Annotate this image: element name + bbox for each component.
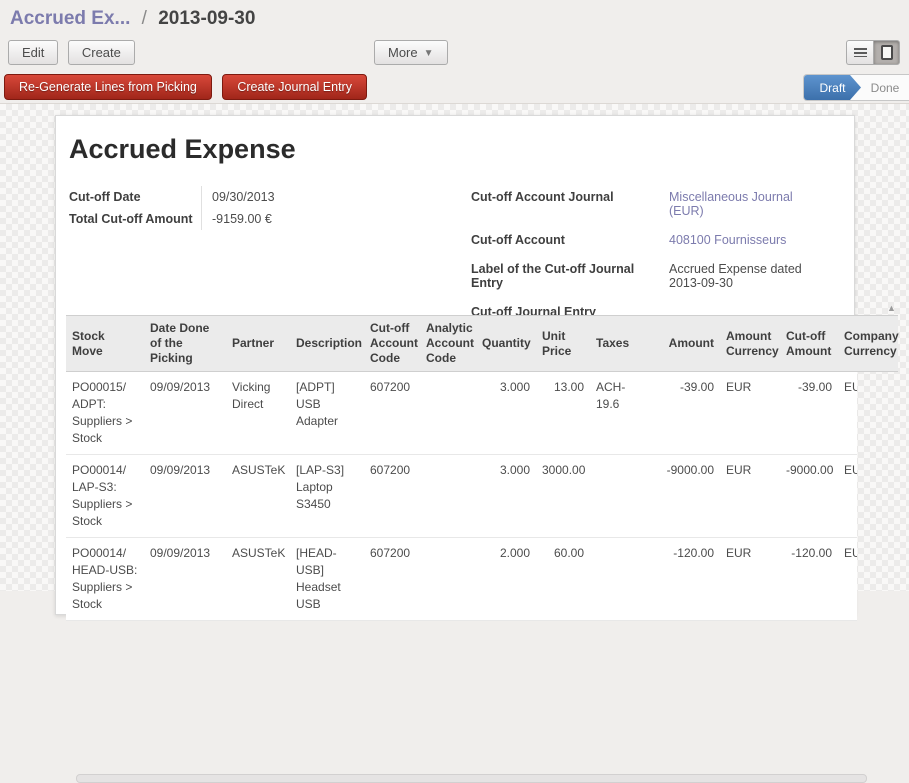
column-header: Cut-off Amount bbox=[780, 316, 838, 372]
table-cell: 09/09/2013 bbox=[144, 538, 226, 621]
view-switcher bbox=[846, 40, 900, 65]
form-view-button[interactable] bbox=[873, 40, 900, 65]
list-view-icon bbox=[854, 48, 867, 57]
table-cell bbox=[420, 538, 476, 621]
table-cell: ASUSTeK bbox=[226, 455, 290, 538]
column-header: Date Done of the Picking bbox=[144, 316, 226, 372]
regenerate-lines-button[interactable]: Re-Generate Lines from Picking bbox=[4, 74, 212, 100]
column-header: Amount Currency bbox=[720, 316, 780, 372]
cutoff-lines-table: ▲ Stock MoveDate Done of the PickingPart… bbox=[66, 315, 909, 621]
table-cell: -9000.00 bbox=[650, 455, 720, 538]
form-sheet: Accrued Expense Cut-off Date 09/30/2013 … bbox=[55, 115, 855, 615]
top-bar: Accrued Ex... / 2013-09-30 Edit Create M… bbox=[0, 0, 909, 104]
table-cell: [HEAD-USB] Headset USB bbox=[290, 538, 364, 621]
breadcrumb-current: 2013-09-30 bbox=[158, 8, 255, 29]
statusbar: Draft Done bbox=[803, 74, 909, 101]
table-cell: EUR bbox=[720, 455, 780, 538]
field-value-cutoff-date: 09/30/2013 bbox=[201, 186, 371, 208]
edit-button[interactable]: Edit bbox=[8, 40, 58, 65]
left-field-group: Cut-off Date 09/30/2013 Total Cut-off Am… bbox=[69, 186, 371, 230]
table-cell: 09/09/2013 bbox=[144, 372, 226, 455]
table-cell: 09/09/2013 bbox=[144, 455, 226, 538]
field-value-cutoff-account-journal[interactable]: Miscellaneous Journal (EUR) bbox=[669, 186, 829, 222]
column-header: Stock Move bbox=[66, 316, 144, 372]
chevron-down-icon: ▼ bbox=[424, 48, 434, 59]
table-cell: Vicking Direct bbox=[226, 372, 290, 455]
table-cell bbox=[590, 538, 650, 621]
column-header: Taxes bbox=[590, 316, 650, 372]
table-cell: -39.00 bbox=[650, 372, 720, 455]
breadcrumb: Accrued Ex... / 2013-09-30 bbox=[10, 8, 255, 30]
table-cell: PO00014/​HEAD-USB: Suppliers > Stock bbox=[66, 538, 144, 621]
line-table-header: Stock MoveDate Done of the PickingPartne… bbox=[66, 315, 898, 372]
table-cell: EUR bbox=[720, 538, 780, 621]
create-button[interactable]: Create bbox=[68, 40, 135, 65]
field-value-cutoff-account[interactable]: 408100 Fournisseurs bbox=[669, 229, 829, 251]
field-value-journal-entry-label: Accrued Expense dated 2013-09-30 bbox=[669, 258, 829, 294]
table-cell: -9000.00 bbox=[780, 455, 838, 538]
column-header: Analytic Account Code bbox=[420, 316, 476, 372]
table-cell bbox=[420, 455, 476, 538]
table-cell: PO00015/​ADPT: Suppliers > Stock bbox=[66, 372, 144, 455]
table-cell bbox=[590, 455, 650, 538]
line-table-body-clip: PO00015/​ADPT: Suppliers > Stock09/09/20… bbox=[66, 372, 857, 621]
field-value-total-cutoff-amount: -9159.00 € bbox=[201, 208, 371, 230]
table-cell: -120.00 bbox=[780, 538, 838, 621]
column-header: Description bbox=[290, 316, 364, 372]
table-row[interactable]: PO00015/​ADPT: Suppliers > Stock09/09/20… bbox=[66, 372, 857, 455]
table-cell: [ADPT] USB Adapter bbox=[290, 372, 364, 455]
horizontal-scrollbar[interactable] bbox=[76, 774, 867, 783]
table-cell: EUR bbox=[838, 455, 857, 538]
field-label-cutoff-account: Cut-off Account bbox=[471, 229, 669, 251]
table-cell: 60.00 bbox=[536, 538, 590, 621]
form-view-icon bbox=[881, 45, 893, 60]
column-header: Cut-off Account Code bbox=[364, 316, 420, 372]
status-done[interactable]: Done bbox=[861, 75, 909, 100]
column-header: Company Currency bbox=[838, 316, 898, 372]
table-row[interactable]: PO00014/​LAP-S3: Suppliers > Stock09/09/… bbox=[66, 455, 857, 538]
field-label-journal-entry-label: Label of the Cut-off Journal Entry bbox=[471, 258, 669, 294]
more-label: More bbox=[388, 45, 418, 60]
table-cell: [LAP-S3] Laptop S3450 bbox=[290, 455, 364, 538]
table-cell: 607200 bbox=[364, 372, 420, 455]
list-view-button[interactable] bbox=[846, 40, 873, 65]
right-field-group: Cut-off Account Journal Miscellaneous Jo… bbox=[471, 186, 829, 323]
table-cell: 3.000 bbox=[476, 455, 536, 538]
table-cell: -120.00 bbox=[650, 538, 720, 621]
line-table-body: PO00015/​ADPT: Suppliers > Stock09/09/20… bbox=[66, 372, 857, 621]
table-row[interactable]: PO00014/​HEAD-USB: Suppliers > Stock09/0… bbox=[66, 538, 857, 621]
column-header: Amount bbox=[650, 316, 720, 372]
field-label-cutoff-date: Cut-off Date bbox=[69, 186, 201, 208]
table-cell: EUR bbox=[838, 538, 857, 621]
table-cell: ASUSTeK bbox=[226, 538, 290, 621]
breadcrumb-parent-link[interactable]: Accrued Ex... bbox=[10, 8, 130, 29]
table-cell: 3000.00 bbox=[536, 455, 590, 538]
table-cell: -39.00 bbox=[780, 372, 838, 455]
content-background: Accrued Expense Cut-off Date 09/30/2013 … bbox=[0, 104, 909, 591]
table-cell: EUR bbox=[720, 372, 780, 455]
column-header: Quantity bbox=[476, 316, 536, 372]
page-title: Accrued Expense bbox=[69, 134, 296, 165]
field-label-cutoff-account-journal: Cut-off Account Journal bbox=[471, 186, 669, 222]
scrollbar-up-icon[interactable]: ▲ bbox=[887, 303, 896, 313]
table-cell: 607200 bbox=[364, 455, 420, 538]
line-table-rows: PO00015/​ADPT: Suppliers > Stock09/09/20… bbox=[66, 372, 857, 621]
table-cell: 3.000 bbox=[476, 372, 536, 455]
table-cell: 607200 bbox=[364, 538, 420, 621]
status-draft[interactable]: Draft bbox=[804, 75, 861, 100]
table-cell: 13.00 bbox=[536, 372, 590, 455]
table-cell: PO00014/​LAP-S3: Suppliers > Stock bbox=[66, 455, 144, 538]
breadcrumb-separator: / bbox=[136, 8, 153, 29]
table-cell: EUR bbox=[838, 372, 857, 455]
header-row: Stock MoveDate Done of the PickingPartne… bbox=[66, 316, 898, 372]
table-cell bbox=[420, 372, 476, 455]
column-header: Unit Price bbox=[536, 316, 590, 372]
table-cell: ACH-19.6 bbox=[590, 372, 650, 455]
action-row: Re-Generate Lines from Picking Create Jo… bbox=[0, 74, 909, 104]
table-cell: 2.000 bbox=[476, 538, 536, 621]
field-label-total-cutoff-amount: Total Cut-off Amount bbox=[69, 208, 201, 230]
more-dropdown-button[interactable]: More ▼ bbox=[374, 40, 448, 65]
column-header: Partner bbox=[226, 316, 290, 372]
create-journal-entry-button[interactable]: Create Journal Entry bbox=[222, 74, 367, 100]
